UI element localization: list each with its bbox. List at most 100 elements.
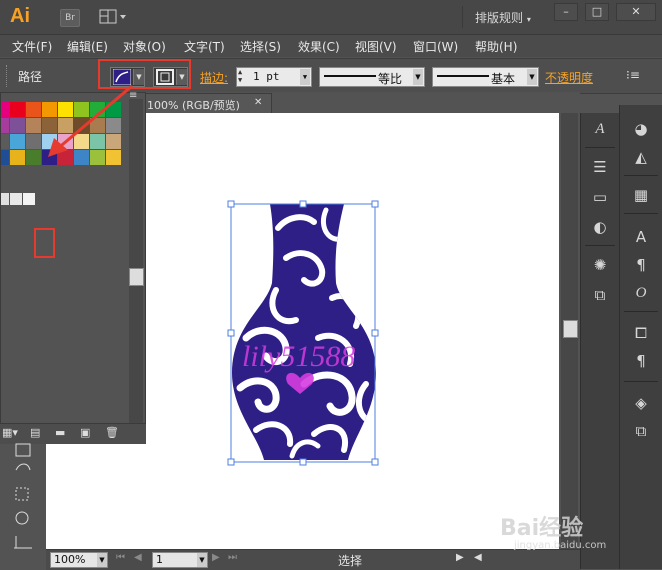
next-page-icon[interactable]: ▶: [212, 552, 220, 563]
menu-help[interactable]: 帮助(H): [475, 38, 517, 55]
trash-icon[interactable]: 🗑: [105, 426, 119, 439]
vase-watermark-text: lily51588: [242, 340, 355, 373]
variable-width-profile-dropdown[interactable]: 等比 ▼: [319, 67, 425, 87]
resize-handle[interactable]: [227, 329, 235, 337]
last-page-icon[interactable]: ⏭: [228, 552, 237, 563]
character-styles-icon[interactable]: A: [588, 119, 612, 139]
dock-divider: [624, 311, 658, 312]
character-styles-dock-icon[interactable]: ⧠: [629, 323, 653, 343]
artboards-panel-icon[interactable]: ⧉: [629, 421, 653, 441]
menu-bar: 文件(F) 编辑(E) 对象(O) 文字(T) 选择(S) 效果(C) 视图(V…: [0, 35, 662, 57]
resize-handle[interactable]: [299, 458, 307, 466]
arrange-documents-button[interactable]: [99, 9, 129, 25]
panel-dock-icons: A ☰ ▭ ◐ ✺ ⧉: [580, 113, 619, 569]
menu-file[interactable]: 文件(F): [12, 38, 52, 55]
workspace-switcher[interactable]: 排版规则 ▾: [475, 9, 531, 26]
minimize-button[interactable]: –: [554, 3, 578, 21]
appearance-panel-icon[interactable]: ✺: [588, 255, 612, 275]
resize-handle[interactable]: [227, 458, 235, 466]
transparency-panel-icon[interactable]: ◐: [588, 217, 612, 237]
selected-swatch-highlight: [34, 228, 55, 258]
swatch-options-icon[interactable]: ▣: [80, 426, 90, 439]
graph-tool-icon[interactable]: [14, 536, 32, 549]
profile-uniform-label: 等比: [378, 72, 403, 86]
chevron-down-icon: ▼: [97, 553, 107, 567]
stroke-panel-icon[interactable]: ☰: [588, 157, 612, 177]
vase-artwork[interactable]: lily51588: [226, 198, 382, 470]
app-logo: Ai: [10, 5, 30, 27]
layers-panel-icon[interactable]: ◈: [629, 393, 653, 413]
chevron-down-icon: ▼: [413, 69, 423, 85]
close-icon[interactable]: ✕: [254, 97, 262, 108]
panel-menu-icon[interactable]: ⁝≡: [626, 68, 640, 82]
graphic-styles-icon[interactable]: ⧉: [588, 285, 612, 305]
baidu-watermark-url: jingyan.baidu.com: [514, 540, 607, 551]
chevron-down-icon: ▼: [197, 553, 207, 567]
swatch-library-menu-icon[interactable]: ▦▾: [2, 426, 18, 439]
opacity-label[interactable]: 不透明度: [545, 69, 593, 86]
stroke-label[interactable]: 描边:: [200, 69, 228, 86]
tools-panel-partial: [14, 443, 32, 549]
document-tab-title: 100% (RGB/预览): [147, 99, 240, 112]
blend-tool-icon[interactable]: [15, 463, 31, 471]
bridge-button[interactable]: Br: [60, 9, 80, 27]
paragraph-panel-icon[interactable]: ¶: [629, 255, 653, 275]
paragraph-styles-icon[interactable]: ¶: [629, 351, 653, 371]
dock-divider: [624, 175, 658, 176]
zoom-tool-icon[interactable]: [15, 511, 29, 525]
scroll-thumb[interactable]: [563, 320, 578, 338]
stroke-weight-value: 1 pt: [253, 70, 280, 83]
menu-select[interactable]: 选择(S): [240, 38, 281, 55]
maximize-button[interactable]: □: [585, 3, 609, 21]
close-button[interactable]: ✕: [616, 3, 656, 21]
resize-handle[interactable]: [299, 200, 307, 208]
brush-definition-dropdown[interactable]: 基本 ▼: [432, 67, 539, 87]
menu-edit[interactable]: 编辑(E): [67, 38, 108, 55]
folder-icon[interactable]: ▬: [55, 426, 65, 439]
menu-window[interactable]: 窗口(W): [413, 38, 458, 55]
opentype-panel-icon[interactable]: O: [629, 283, 653, 303]
color-panel-icon[interactable]: ◕: [629, 119, 653, 139]
resize-handle[interactable]: [371, 329, 379, 337]
vertical-scrollbar[interactable]: [561, 113, 578, 550]
object-type-label: 路径: [18, 70, 43, 84]
resize-handle[interactable]: [371, 200, 379, 208]
artboard-tool-icon[interactable]: [15, 443, 31, 457]
first-page-icon[interactable]: ⏮: [116, 552, 125, 563]
slice-tool-icon[interactable]: [15, 487, 29, 501]
dock-divider: [624, 213, 658, 214]
grip-handle[interactable]: [6, 65, 10, 87]
chevron-down-icon: ▼: [527, 69, 537, 85]
character-panel-icon[interactable]: A: [629, 227, 653, 247]
menu-type[interactable]: 文字(T): [184, 38, 225, 55]
chevron-down-icon: ▼: [300, 69, 310, 85]
dock-divider: [624, 381, 658, 382]
resize-handle[interactable]: [227, 200, 235, 208]
status-bar: 100% ▼ ⏮ ◀ 1 ▼ ▶ ⏭ 选择 ▶ ◀: [46, 549, 580, 570]
dock-divider: [585, 245, 615, 246]
stroke-weight-field[interactable]: ▲ ▼ 1 pt ▼: [236, 67, 312, 87]
show-swatch-kinds-icon[interactable]: ▤: [30, 426, 40, 439]
menu-view[interactable]: 视图(V): [355, 38, 397, 55]
basic-brush-line-icon: [437, 75, 489, 77]
panel-scroll-thumb[interactable]: [129, 268, 144, 286]
page-dropdown[interactable]: 1 ▼: [152, 552, 208, 568]
menu-object[interactable]: 对象(O): [123, 38, 166, 55]
arrange-documents-icon: [99, 9, 126, 24]
color-guide-icon[interactable]: ◭: [629, 147, 653, 167]
swatches-panel-icon[interactable]: ▦: [629, 185, 653, 205]
gradient-panel-icon[interactable]: ▭: [588, 187, 612, 207]
baidu-watermark: Bai经验: [500, 516, 584, 541]
stepper-arrows-icon[interactable]: ▲ ▼: [238, 68, 242, 84]
resize-handle[interactable]: [371, 458, 379, 466]
current-tool-label: 选择: [338, 554, 363, 568]
chevron-down-icon: ▾: [526, 15, 531, 24]
dock-divider: [585, 147, 615, 148]
prev-page-icon[interactable]: ◀: [134, 552, 142, 563]
annotation-arrow: [48, 84, 133, 157]
status-menu-arrow-icon[interactable]: ▶: [456, 552, 464, 563]
zoom-dropdown[interactable]: 100% ▼: [50, 552, 108, 568]
menu-effect[interactable]: 效果(C): [298, 38, 340, 55]
scroll-left-icon[interactable]: ◀: [474, 552, 482, 563]
document-tab[interactable]: 100% (RGB/预览) ✕: [140, 93, 272, 115]
